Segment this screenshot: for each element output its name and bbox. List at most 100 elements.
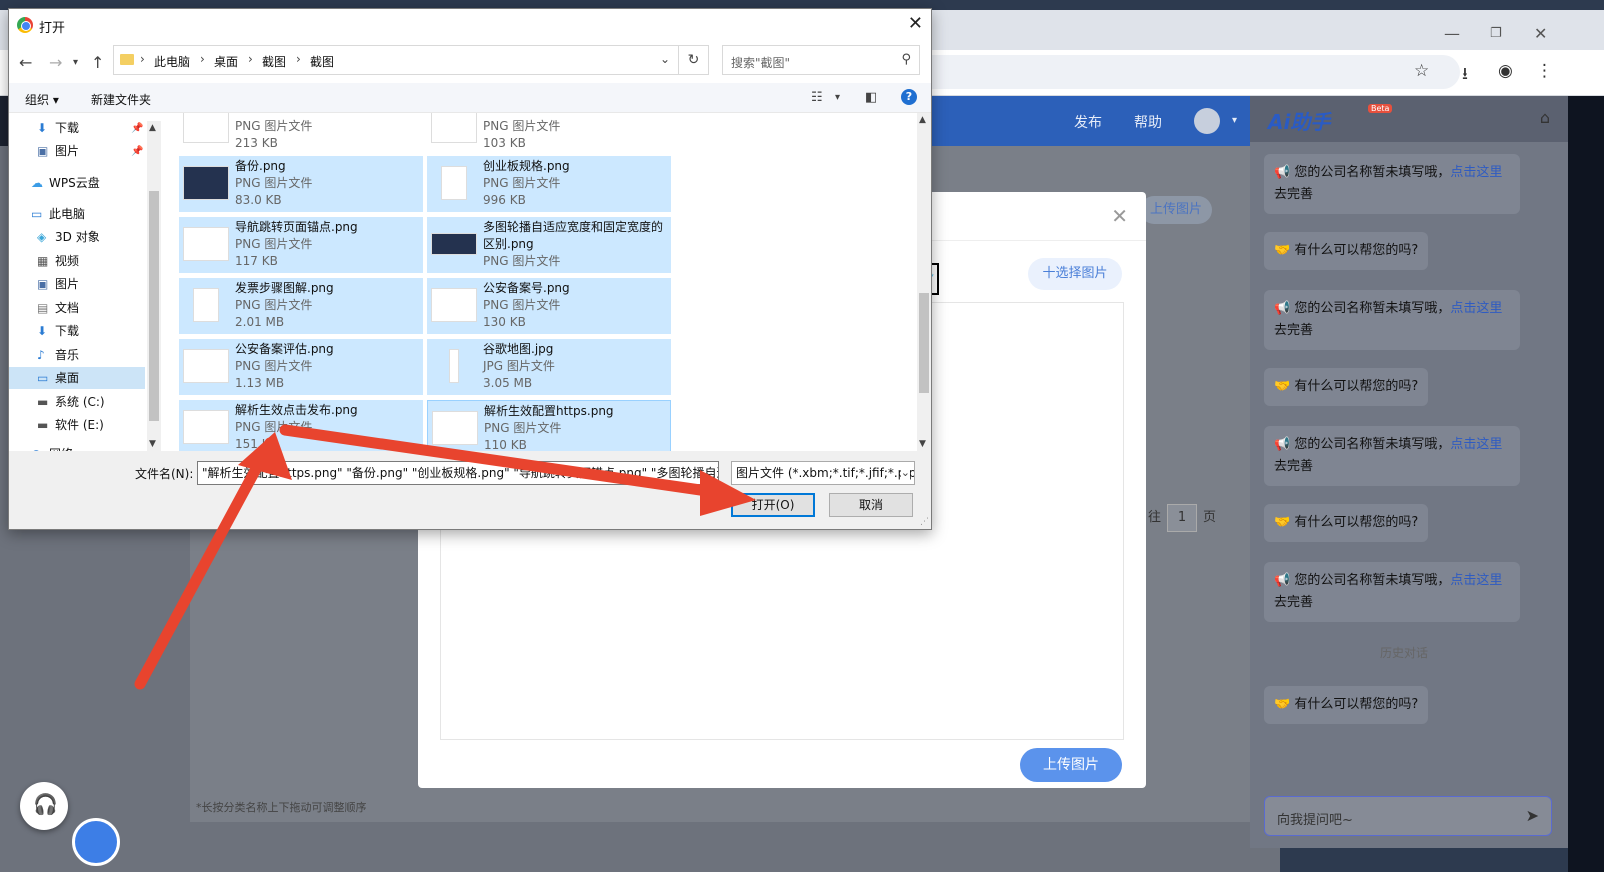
nav-item-pictures[interactable]: ▣ 图片 xyxy=(37,273,157,295)
file-thumbnail xyxy=(183,349,229,383)
breadcrumb-item[interactable]: 桌面 xyxy=(214,53,238,70)
dialog-title: 打开 xyxy=(39,21,66,36)
complete-link[interactable]: 点击这里 xyxy=(1450,437,1502,452)
file-name: 公安备案评估.png xyxy=(235,342,334,356)
forward-arrow-icon[interactable]: → xyxy=(49,53,62,72)
scroll-up-icon[interactable]: ▲ xyxy=(919,115,926,125)
nav-item-this-pc[interactable]: ▭ 此电脑 xyxy=(31,203,151,225)
nav-item-3d-objects[interactable]: ◈ 3D 对象 xyxy=(37,226,157,248)
download-icon[interactable]: ⭳ xyxy=(1462,61,1468,90)
file-tile[interactable]: 发票步骤图解.png PNG 图片文件 2.01 MB xyxy=(179,278,423,334)
page-number-input[interactable]: 1 xyxy=(1167,504,1198,532)
more-icon[interactable]: ⋮ xyxy=(1536,61,1553,81)
up-arrow-icon[interactable]: ↑ xyxy=(91,53,104,72)
pin-icon: 📌 xyxy=(131,146,144,157)
ai-message: 📢 您的公司名称暂未填写哦，点击这里去完善 xyxy=(1264,562,1520,622)
account-icon[interactable]: ◉ xyxy=(1498,61,1513,81)
organize-menu[interactable]: 组织 ▾ xyxy=(25,91,59,108)
open-button[interactable]: 打开(O) xyxy=(731,493,815,517)
complete-link[interactable]: 点击这里 xyxy=(1450,301,1502,316)
file-tile[interactable]: 解析生效点击发布.png PNG 图片文件 151 KB xyxy=(179,400,423,451)
restore-icon[interactable]: ❐ xyxy=(1490,26,1502,41)
nav-item-music[interactable]: ♪ 音乐 xyxy=(37,344,157,366)
nav-item-drive-e[interactable]: ▬ 软件 (E:) xyxy=(37,414,157,436)
send-icon[interactable]: ➤ xyxy=(1526,806,1539,825)
breadcrumb-item[interactable]: 截图 xyxy=(262,53,286,70)
scroll-up-icon[interactable]: ▲ xyxy=(149,123,156,133)
chevron-down-icon[interactable]: ⌄ xyxy=(705,462,714,484)
scroll-thumb[interactable] xyxy=(919,293,929,393)
file-tile[interactable]: 解析生效配置https.png PNG 图片文件 110 KB xyxy=(427,400,671,451)
file-open-dialog: 打开 ✕ ← → ▾ ↑ › 此电脑 › 桌面 › 截图 › 截图 ⌄ ↻ 搜索… xyxy=(8,8,932,530)
scroll-down-icon[interactable]: ▼ xyxy=(149,439,156,449)
filetype-select[interactable]: 图片文件 (*.xbm;*.tif;*.jfif;*.pjp ⌄ xyxy=(731,461,915,485)
nav-item-videos[interactable]: ▦ 视频 xyxy=(37,250,157,272)
filename-input[interactable]: "解析生效配置https.png" "备份.png" "创业板规格.png" "… xyxy=(197,461,719,485)
breadcrumb-item[interactable]: 截图 xyxy=(310,53,334,70)
folder-icon xyxy=(120,54,134,65)
search-icon[interactable]: ⚲ xyxy=(901,52,911,67)
view-options-icon[interactable]: ☷ xyxy=(811,90,823,105)
nav-publish[interactable]: 发布 xyxy=(1074,112,1102,132)
scroll-down-icon[interactable]: ▼ xyxy=(919,439,926,449)
upload-image-button[interactable]: 上传图片 xyxy=(1020,748,1122,782)
help-icon[interactable]: ? xyxy=(901,89,917,105)
home-icon[interactable]: ⌂ xyxy=(1540,108,1550,127)
file-tile[interactable]: PNG 图片文件 213 KB xyxy=(179,113,423,155)
chevron-down-icon[interactable]: ⌄ xyxy=(900,462,910,484)
back-arrow-icon[interactable]: ← xyxy=(19,53,32,72)
file-tile[interactable]: 公安备案号.png PNG 图片文件 130 KB xyxy=(427,278,671,334)
download-icon: ⬇ xyxy=(37,324,48,338)
nav-item-wps-cloud[interactable]: ☁ WPS云盘 xyxy=(31,172,151,194)
nav-item-documents[interactable]: ▤ 文档 xyxy=(37,297,157,319)
close-icon[interactable]: ✕ xyxy=(1111,204,1128,228)
preview-pane-icon[interactable]: ◧ xyxy=(865,90,877,105)
customer-support-button[interactable]: 🎧 xyxy=(20,782,68,830)
new-folder-button[interactable]: 新建文件夹 xyxy=(91,91,151,108)
floating-action-button[interactable] xyxy=(72,818,120,866)
file-list-scrollbar[interactable]: ▲ ▼ xyxy=(917,113,931,451)
ai-message: 📢 您的公司名称暂未填写哦，点击这里去完善 xyxy=(1264,154,1520,214)
recent-locations-icon[interactable]: ▾ xyxy=(73,57,78,68)
search-input[interactable]: 搜索"截图" ⚲ xyxy=(722,45,920,75)
file-tile[interactable]: 备份.png PNG 图片文件 83.0 KB xyxy=(179,156,423,212)
file-name: 公安备案号.png xyxy=(483,281,570,295)
file-tile[interactable]: 创业板规格.png PNG 图片文件 996 KB xyxy=(427,156,671,212)
file-tile[interactable]: 导航跳转页面锚点.png PNG 图片文件 117 KB xyxy=(179,217,423,273)
bg-upload-image-button[interactable]: 上传图片 xyxy=(1140,196,1212,224)
resize-grip-icon[interactable]: ⋰ xyxy=(920,517,929,527)
file-tile[interactable]: 多图轮播自适应宽度和固定宽度的区别.png PNG 图片文件 xyxy=(427,217,671,273)
file-tile[interactable]: 公安备案评估.png PNG 图片文件 1.13 MB xyxy=(179,339,423,395)
cancel-button[interactable]: 取消 xyxy=(829,493,913,517)
chevron-down-icon[interactable]: ▾ xyxy=(835,92,840,103)
nav-item-network[interactable]: ◎网络 xyxy=(31,443,151,451)
choose-image-button[interactable]: 十选择图片 xyxy=(1028,258,1122,290)
file-tile[interactable]: 谷歌地图.jpg JPG 图片文件 3.05 MB xyxy=(427,339,671,395)
navigation-pane: ⬇ 下载 📌 ▣ 图片 📌 ☁ WPS云盘 ▭ 此电脑 ◈ 3D 对象 ▦ 视频 ▣ 图片 ▤… xyxy=(9,113,159,451)
file-tile[interactable]: PNG 图片文件 103 KB xyxy=(427,113,671,155)
file-thumbnail xyxy=(183,113,229,143)
breadcrumb-separator: › xyxy=(248,52,253,66)
nav-pane-scrollbar[interactable]: ▲ ▼ xyxy=(147,121,161,451)
nav-help[interactable]: 帮助 xyxy=(1134,112,1162,132)
avatar[interactable] xyxy=(1194,108,1220,134)
chevron-down-icon[interactable]: ▾ xyxy=(1232,115,1237,126)
refresh-icon[interactable]: ↻ xyxy=(679,45,709,75)
path-bar[interactable]: › 此电脑 › 桌面 › 截图 › 截图 ⌄ xyxy=(113,45,679,75)
breadcrumb-item[interactable]: 此电脑 xyxy=(154,53,190,70)
ai-question-input[interactable]: 向我提问吧~ ➤ xyxy=(1264,796,1552,836)
star-icon[interactable]: ☆ xyxy=(1414,61,1429,81)
chevron-down-icon[interactable]: ⌄ xyxy=(660,52,670,66)
ai-panel-header: Ai助手 Beta ⌂ xyxy=(1250,96,1568,142)
close-icon[interactable]: ✕ xyxy=(908,13,923,34)
complete-link[interactable]: 点击这里 xyxy=(1450,573,1502,588)
close-window-icon[interactable]: ✕ xyxy=(1534,24,1547,43)
minimize-icon[interactable]: — xyxy=(1444,24,1460,43)
scroll-thumb[interactable] xyxy=(149,191,159,421)
nav-item-drive-c[interactable]: ▬ 系统 (C:) xyxy=(37,391,157,413)
nav-item-downloads[interactable]: ⬇ 下载 xyxy=(37,320,157,342)
nav-item-desktop[interactable]: ▭ 桌面 xyxy=(9,367,145,389)
ai-message: 📢 您的公司名称暂未填写哦，点击这里去完善 xyxy=(1264,426,1520,486)
address-bar[interactable] xyxy=(900,55,1460,89)
complete-link[interactable]: 点击这里 xyxy=(1450,165,1502,180)
